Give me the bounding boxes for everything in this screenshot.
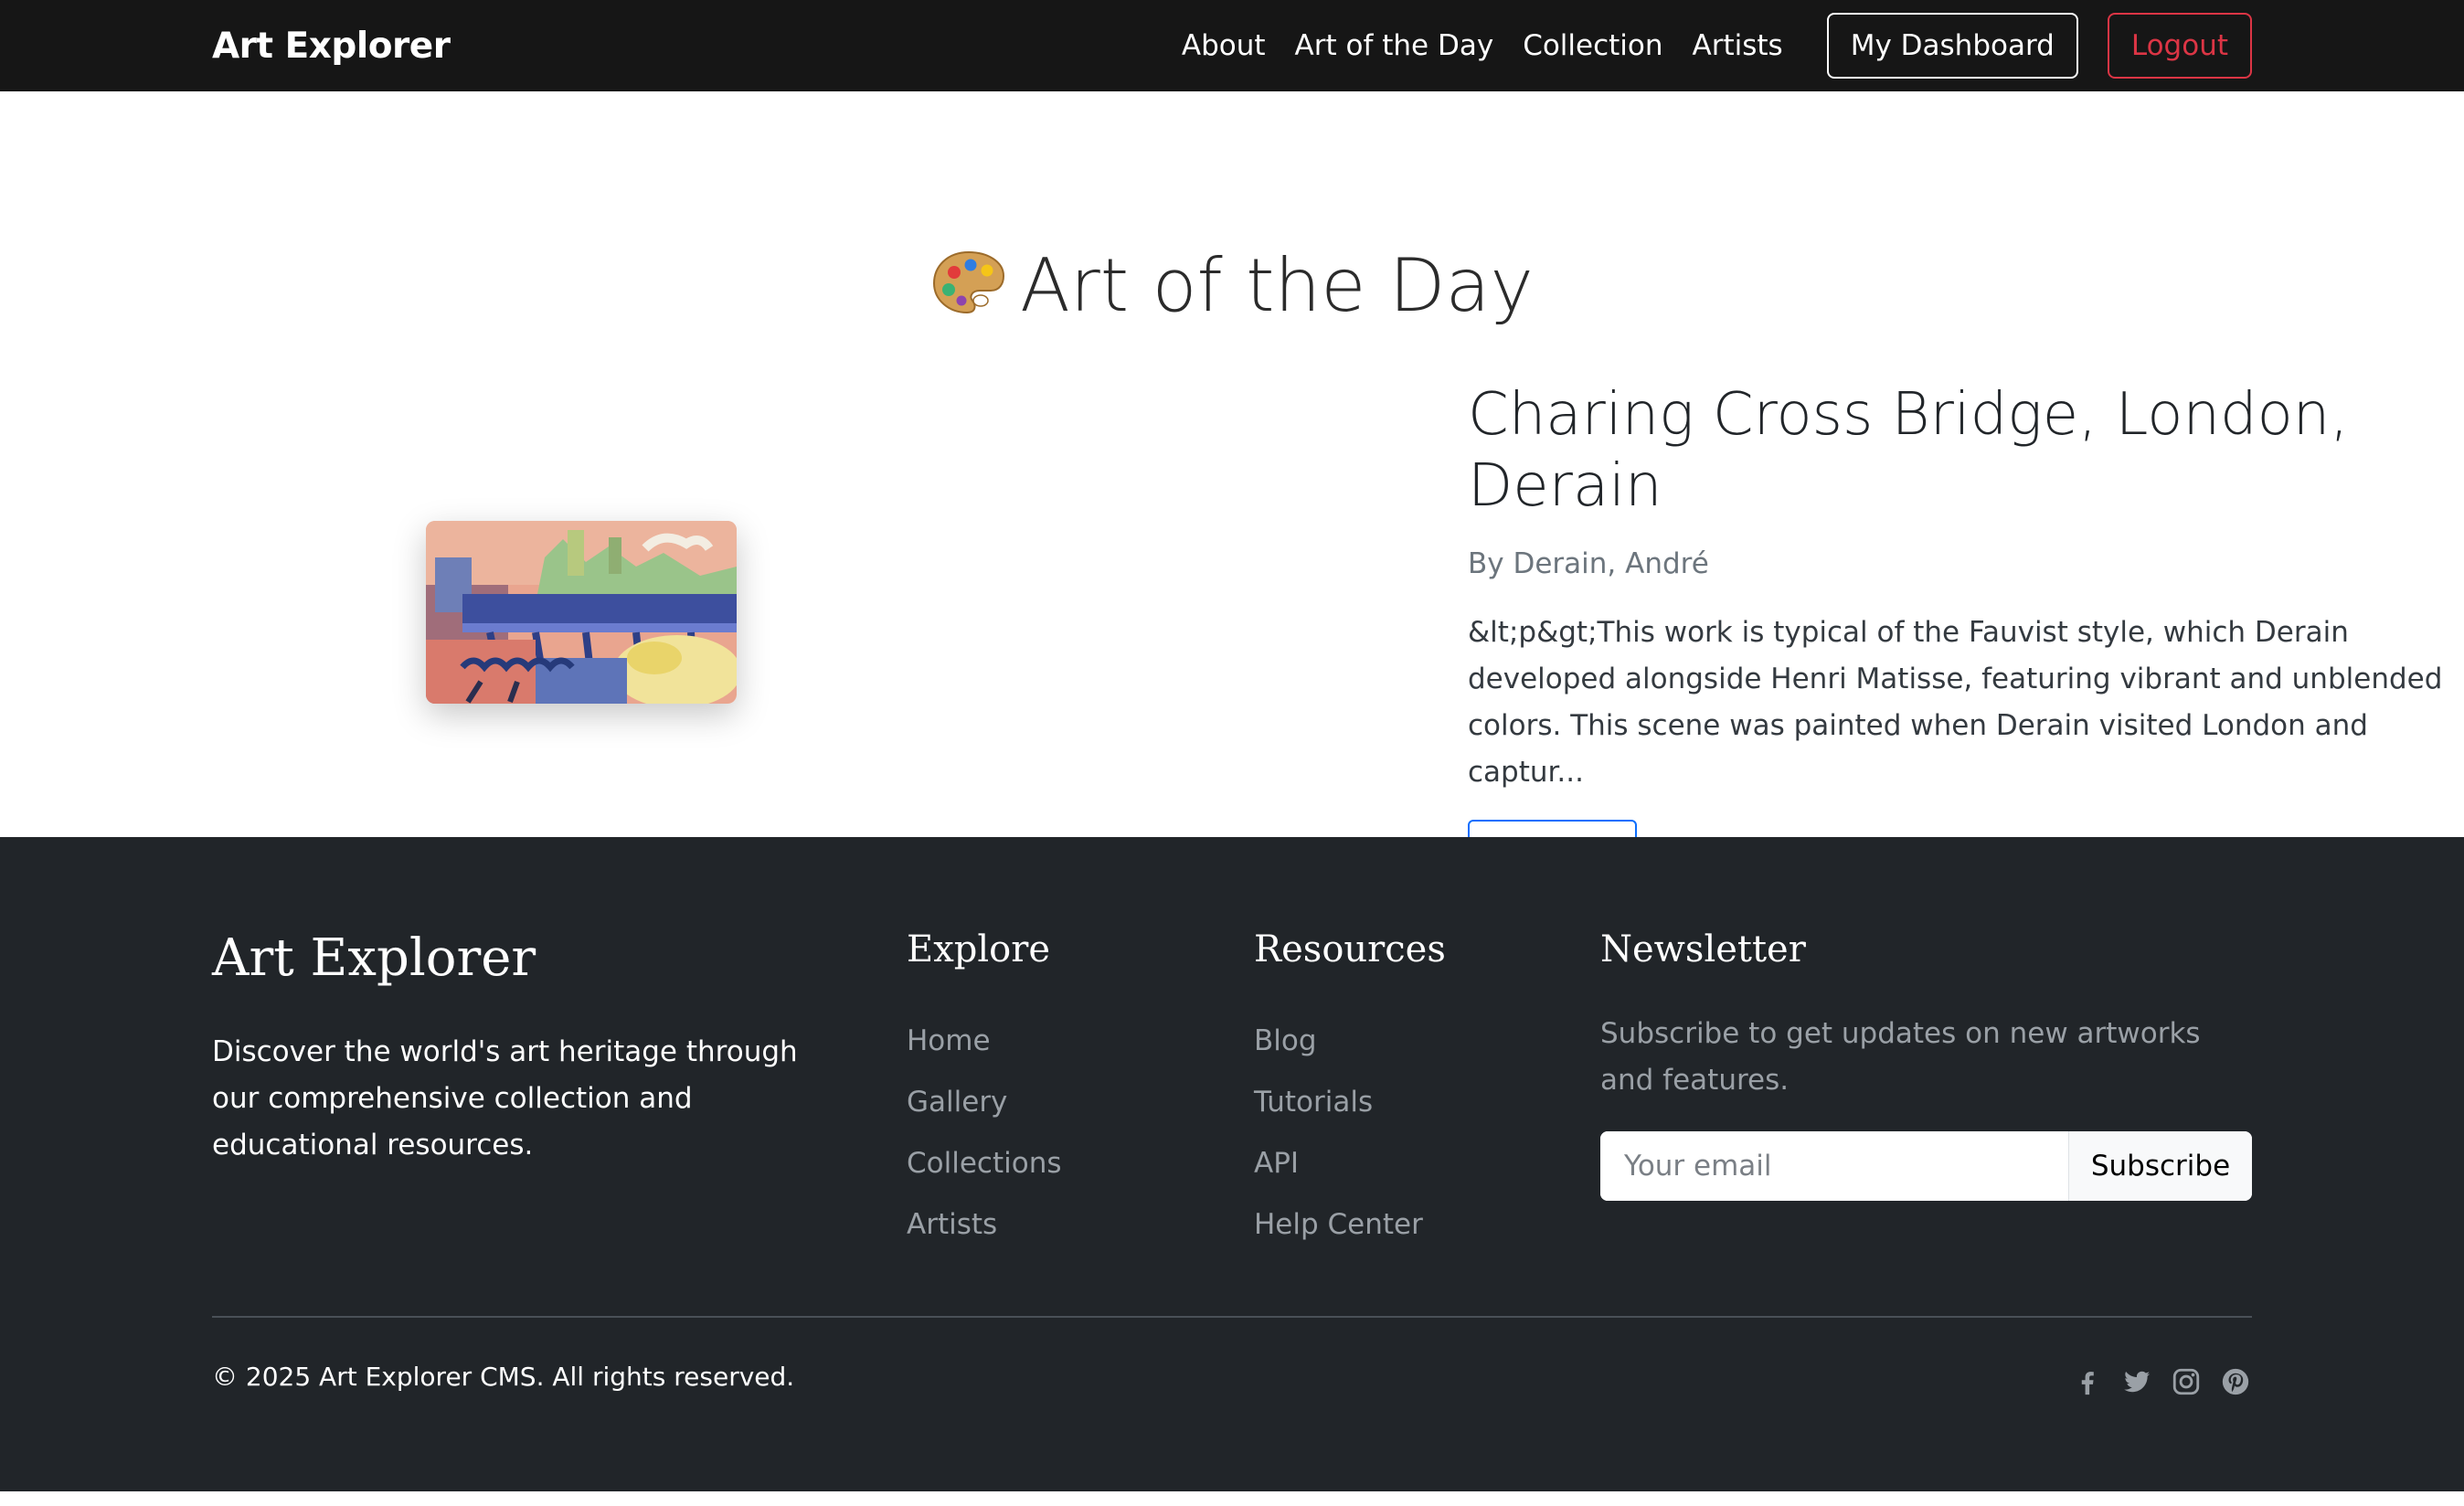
newsletter-form: Subscribe [1600,1131,2252,1201]
footer-brand: Art Explorer [212,928,536,988]
footer-link-collections[interactable]: Collections [907,1133,1062,1194]
twitter-icon[interactable] [2120,1365,2153,1398]
footer-explore-heading: Explore [907,928,1051,970]
nav-links: About Art of the Day Collection Artists … [1152,13,2252,79]
footer-link-help-center[interactable]: Help Center [1254,1194,1446,1256]
social-links [2055,1365,2252,1398]
nav-link-about[interactable]: About [1182,29,1266,62]
artwork-title: Charing Cross Bridge, London, Derain [1468,381,2349,520]
page-title: Art of the Day [212,249,2252,323]
instagram-icon[interactable] [2170,1365,2203,1398]
footer-about-text: Discover the world's art heritage throug… [212,1035,798,1161]
artwork-thumbnail[interactable] [426,521,737,704]
footer-newsletter-column: Newsletter Subscribe to get updates on n… [1600,928,2252,1201]
nav-link-collection[interactable]: Collection [1523,29,1662,62]
footer-resources-heading: Resources [1254,928,1446,970]
site-footer: Art Explorer Discover the world's art he… [0,837,2464,1491]
logout-button[interactable]: Logout [2107,13,2252,79]
navbar-brand[interactable]: Art Explorer [212,26,451,67]
newsletter-email-input[interactable] [1600,1131,2068,1201]
artwork-image [426,521,737,704]
artwork-details: Charing Cross Bridge, London, Derain By … [1468,379,2464,876]
footer-link-blog[interactable]: Blog [1254,1011,1446,1072]
footer-link-artists[interactable]: Artists [907,1194,1062,1256]
footer-explore-column: Explore Home Gallery Collections Artists [907,928,1062,1256]
footer-link-api[interactable]: API [1254,1133,1446,1194]
pinterest-icon[interactable] [2219,1365,2252,1398]
copyright-text: © 2025 Art Explorer CMS. All rights rese… [212,1362,795,1392]
newsletter-description: Subscribe to get updates on new artworks… [1600,1017,2201,1097]
my-dashboard-button[interactable]: My Dashboard [1826,13,2078,79]
page-title-text: Art of the Day [1020,243,1534,328]
footer-link-gallery[interactable]: Gallery [907,1072,1062,1133]
nav-link-artists[interactable]: Artists [1693,29,1783,62]
footer-resources-column: Resources Blog Tutorials API Help Center [1254,928,1446,1256]
footer-newsletter-heading: Newsletter [1600,928,1806,970]
top-navbar: Art Explorer About Art of the Day Collec… [0,0,2464,91]
palette-icon [933,250,1005,314]
artwork-description: &lt;p&gt;This work is typical of the Fau… [1468,616,2443,789]
art-of-the-day-section: Art of the Day Charing Cross Bridge, Lon… [0,91,2464,876]
artwork-artist: By Derain, André [1468,547,1709,580]
nav-link-art-of-the-day[interactable]: Art of the Day [1295,29,1494,62]
subscribe-button[interactable]: Subscribe [2068,1131,2252,1201]
footer-divider [212,1316,2252,1318]
facebook-icon[interactable] [2071,1365,2104,1398]
footer-link-tutorials[interactable]: Tutorials [1254,1072,1446,1133]
footer-link-home[interactable]: Home [907,1011,1062,1072]
